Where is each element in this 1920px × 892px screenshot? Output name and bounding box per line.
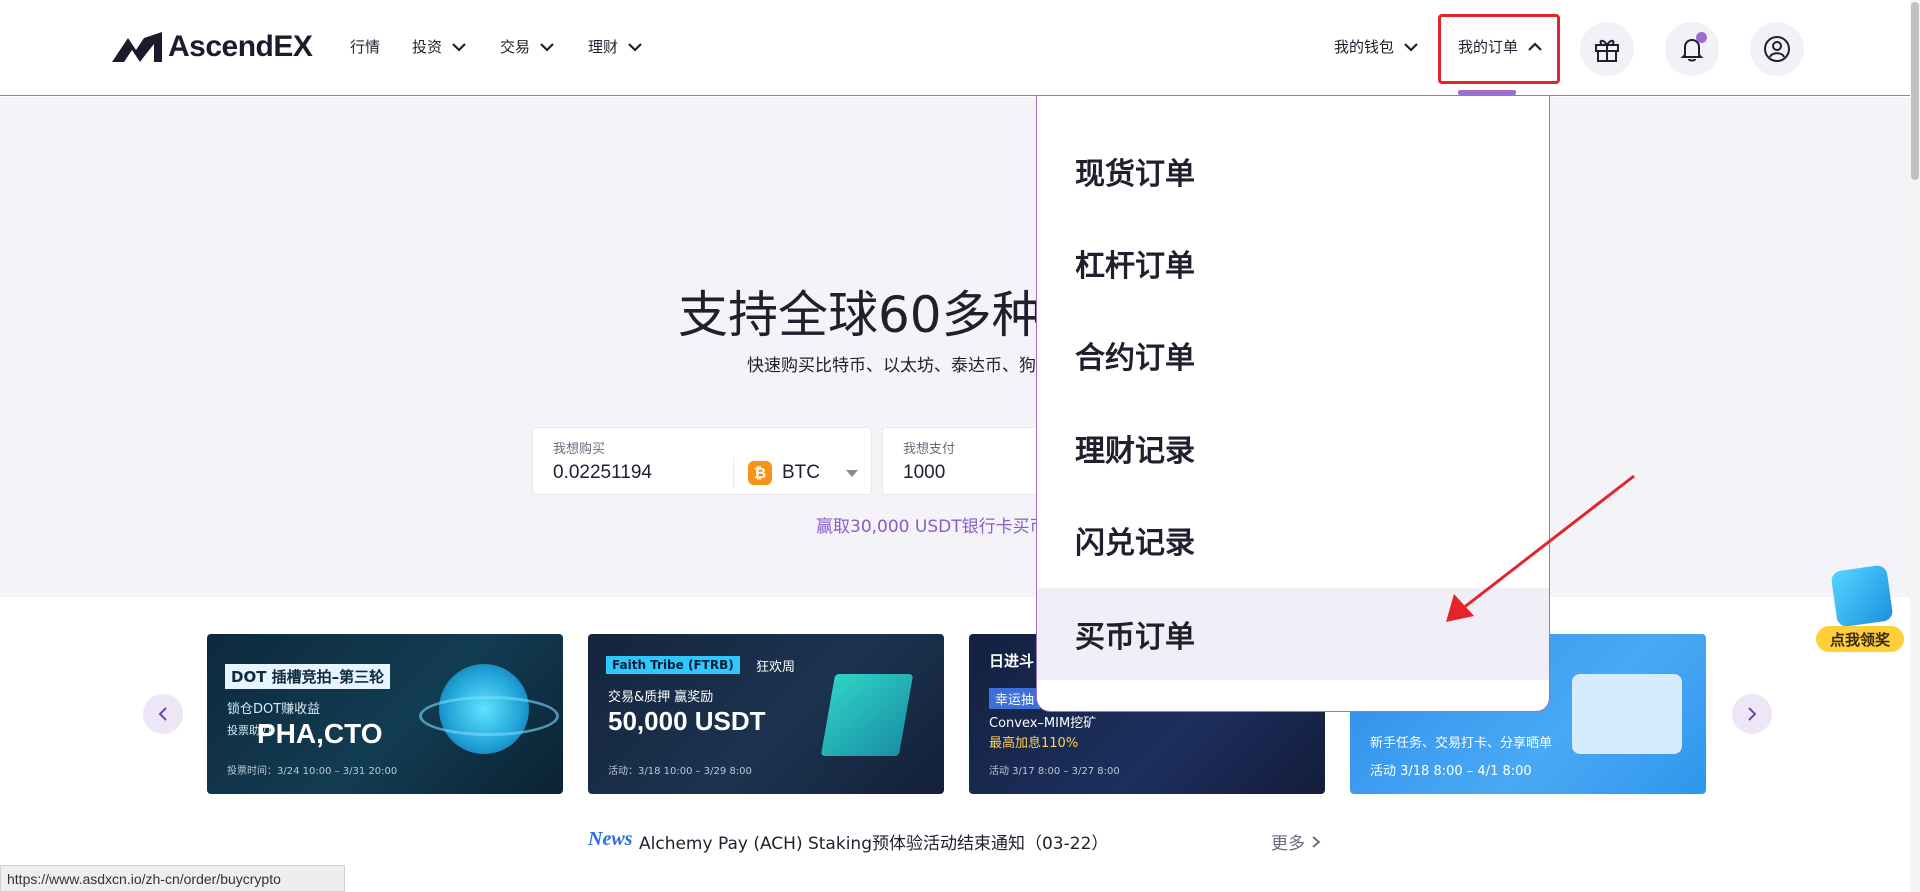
orders-label: 我的订单 [1458, 38, 1519, 56]
banner-ftrb[interactable]: Faith Tribe (FTRB) 狂欢周 交易&质押 赢奖励 50,000 … [588, 634, 944, 794]
nav-item-label: 交易 [500, 38, 531, 56]
nav-item-market[interactable]: 行情 [350, 36, 380, 57]
nav-item-finance[interactable]: 理财 [588, 36, 644, 57]
ring-graphic [419, 696, 559, 736]
banner-line: 最高加息110% [989, 736, 1079, 751]
dropdown-item-label: 合约订单 [1075, 341, 1195, 376]
nav-item-label: 行情 [350, 38, 381, 56]
banner-line: 交易&质押 赢奖励 [608, 690, 714, 705]
coin-name: BTC [782, 462, 820, 483]
carousel-prev-button[interactable] [143, 694, 183, 734]
banner-dot-auction[interactable]: DOT 插槽竞拍–第三轮 锁仓DOT赚收益 投票助力 PHA,CTO 投票时间：… [207, 634, 563, 794]
top-header: AscendEX 行情 投资 交易 理财 我的钱包 我的订单 [0, 0, 1920, 96]
chevron-right-icon [1748, 707, 1757, 721]
banner-tag: Faith Tribe (FTRB) [606, 656, 740, 674]
carousel-next-button[interactable] [1732, 694, 1772, 734]
dropdown-item-margin-orders[interactable]: 杠杆订单 [1037, 217, 1549, 309]
chevron-down-icon [452, 42, 466, 52]
more-label: 更多 [1271, 834, 1305, 854]
banner-line: 锁仓DOT赚收益 [227, 702, 321, 717]
chevron-down-icon [628, 42, 642, 52]
page-scrollbar[interactable] [1910, 0, 1920, 892]
pay-label: 我想支付 [903, 442, 956, 457]
banner-headline: PHA,CTO [257, 718, 383, 749]
dropdown-item-label: 买币订单 [1075, 620, 1195, 655]
chevron-down-icon [540, 42, 554, 52]
chevron-right-icon [1312, 835, 1321, 848]
main-nav: 行情 投资 交易 理财 [350, 36, 676, 57]
news-logo: News [588, 828, 633, 850]
gift-icon [1595, 39, 1619, 62]
user-circle-icon [1764, 36, 1790, 62]
dropdown-item-label: 杠杆订单 [1075, 249, 1195, 284]
chevron-left-icon [158, 707, 167, 721]
banner-line: 幸运抽 [989, 688, 1041, 709]
promo-link[interactable]: 赢取30,000 USDT银行卡买币 [816, 512, 1047, 537]
banner-tag-2: 狂欢周 [756, 660, 796, 675]
notification-dot [1696, 32, 1707, 43]
scrollbar-thumb[interactable] [1911, 2, 1919, 180]
banner-line: 新手任务、交易打卡、分享晒单 [1370, 736, 1553, 751]
pay-amount-field[interactable]: 我想支付 1000 [882, 427, 1042, 495]
banner-date: 活动 3/18 8:00 – 4/1 8:00 [1370, 764, 1532, 779]
card-graphic [1572, 674, 1682, 754]
buy-amount-field[interactable]: 我想购买 0.02251194 ₿ BTC [532, 427, 872, 495]
banner-date: 活动 3/17 8:00 – 3/27 8:00 [989, 766, 1120, 777]
account-button[interactable] [1750, 22, 1804, 76]
buy-label: 我想购买 [553, 442, 606, 457]
hero-subtitle: 快速购买比特币、以太坊、泰达币、狗 [747, 356, 1036, 376]
dropdown-item-label: 理财记录 [1075, 434, 1195, 469]
news-headline[interactable]: Alchemy Pay (ACH) Staking预体验活动结束通知（03-22… [639, 829, 1108, 854]
logo-text: AscendEX [168, 30, 313, 63]
bitcoin-icon: ₿ [748, 461, 772, 485]
nav-item-label: 投资 [412, 38, 443, 56]
logo-mark-icon [112, 32, 162, 62]
ascendex-logo[interactable]: AscendEX [110, 30, 313, 64]
notifications-button[interactable] [1665, 22, 1719, 76]
news-more-link[interactable]: 更多 [1271, 829, 1323, 854]
banner-headline: 50,000 USDT [608, 706, 766, 736]
caret-down-icon [846, 469, 858, 477]
buy-amount-input[interactable]: 0.02251194 [553, 462, 652, 484]
ftrb-logo-graphic [820, 674, 914, 756]
nav-item-label: 理财 [588, 38, 619, 56]
banner-date: 活动：3/18 10:00 – 3/29 8:00 [608, 766, 752, 777]
dropdown-item-spot-orders[interactable]: 现货订单 [1037, 125, 1549, 217]
dropdown-item-futures-orders[interactable]: 合约订单 [1037, 309, 1549, 401]
gift-button[interactable] [1580, 22, 1634, 76]
chevron-down-icon [1404, 42, 1418, 52]
my-orders-menu[interactable]: 我的订单 [1458, 36, 1544, 57]
wallet-item[interactable]: 我的钱包 [1334, 36, 1420, 57]
gift-box-icon [1830, 564, 1894, 628]
chevron-up-icon [1528, 41, 1542, 51]
floating-prize-widget[interactable]: 点我领奖 [1812, 564, 1906, 654]
hero-title: 支持全球60多种 [678, 286, 1042, 344]
wallet-label: 我的钱包 [1334, 38, 1395, 56]
annotation-arrow [1446, 474, 1635, 622]
pay-amount-input[interactable]: 1000 [903, 462, 945, 484]
coin-select[interactable]: ₿ BTC [733, 458, 858, 488]
active-menu-underline [1458, 90, 1516, 95]
banner-tag: 日进斗 [989, 652, 1035, 670]
my-wallet-menu[interactable]: 我的钱包 [1334, 36, 1420, 57]
banner-tag: DOT 插槽竞拍–第三轮 [225, 664, 391, 689]
gift-widget-label: 点我领奖 [1816, 626, 1904, 652]
dropdown-item-label: 现货订单 [1075, 157, 1195, 192]
banner-date: 投票时间：3/24 10:00 – 3/31 20:00 [227, 766, 398, 777]
nav-item-trade[interactable]: 交易 [500, 36, 556, 57]
browser-status-url: https://www.asdxcn.io/zh-cn/order/buycry… [0, 865, 345, 892]
nav-item-invest[interactable]: 投资 [412, 36, 468, 57]
banner-line: Convex–MIM挖矿 [989, 716, 1097, 731]
dropdown-item-label: 闪兑记录 [1075, 526, 1195, 561]
